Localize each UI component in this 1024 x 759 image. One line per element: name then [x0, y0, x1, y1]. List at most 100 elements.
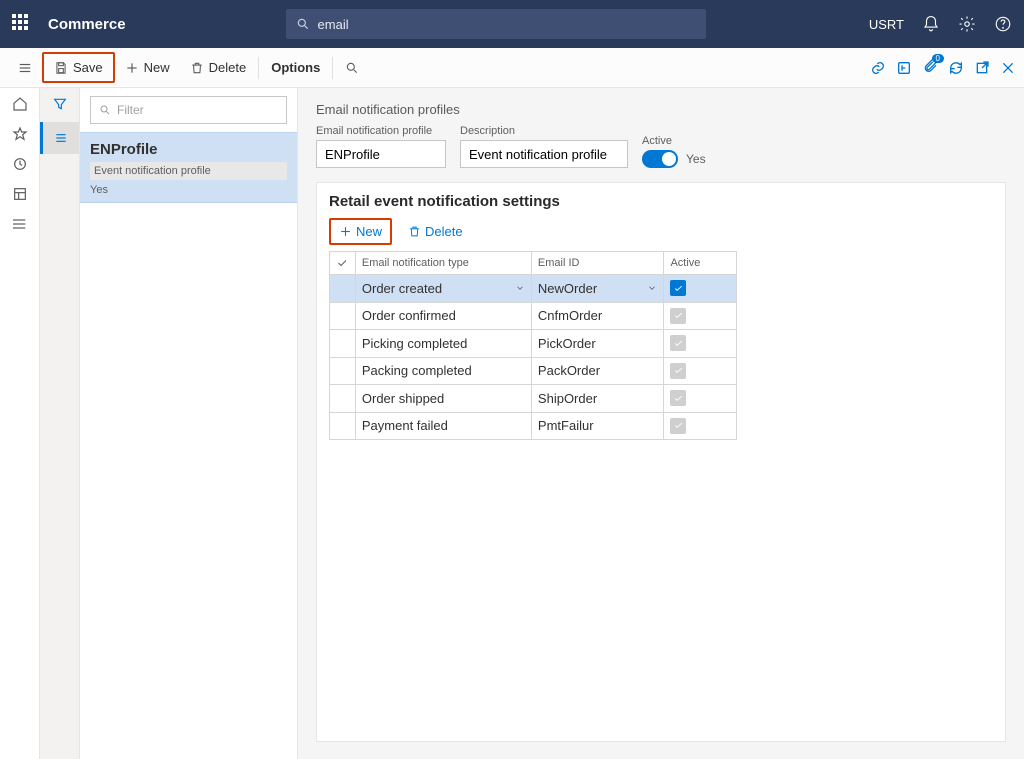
field-profile: Email notification profile — [316, 125, 446, 168]
list-view-toggle[interactable] — [40, 122, 79, 154]
table-row[interactable]: Order shippedShipOrder — [330, 385, 737, 413]
plus-icon — [125, 61, 139, 75]
home-icon[interactable] — [12, 96, 28, 112]
checkbox-icon[interactable] — [670, 335, 686, 351]
clock-icon[interactable] — [12, 156, 28, 172]
hamburger-toggle[interactable] — [8, 55, 42, 81]
list-item-title: ENProfile — [90, 141, 287, 158]
chevron-down-icon[interactable] — [647, 283, 657, 293]
save-button[interactable]: Save — [42, 52, 115, 83]
row-select-cell[interactable] — [330, 412, 356, 440]
new-label: New — [144, 60, 170, 75]
header-actions: USRT — [869, 15, 1012, 33]
options-button[interactable]: Options — [261, 54, 330, 81]
table-row[interactable]: Picking completedPickOrder — [330, 330, 737, 358]
checkbox-icon[interactable] — [670, 418, 686, 434]
find-button[interactable] — [335, 55, 369, 81]
checkbox-icon[interactable] — [670, 308, 686, 324]
chevron-down-icon[interactable] — [515, 283, 525, 293]
delete-button[interactable]: Delete — [180, 54, 257, 81]
row-active-cell[interactable] — [664, 302, 737, 330]
app-title: Commerce — [48, 16, 126, 33]
row-emailid-cell[interactable]: PmtFailur — [531, 412, 664, 440]
search-value: email — [318, 17, 349, 32]
row-emailid-cell[interactable]: ShipOrder — [531, 385, 664, 413]
description-input[interactable] — [460, 140, 628, 168]
header-form: Email notification profile Description A… — [316, 125, 1006, 168]
refresh-icon[interactable] — [948, 60, 964, 76]
row-type-cell[interactable]: Payment failed — [355, 412, 531, 440]
app-launcher-icon[interactable] — [12, 14, 32, 34]
company-label[interactable]: USRT — [869, 17, 904, 32]
row-select-cell[interactable] — [330, 385, 356, 413]
new-button[interactable]: New — [115, 54, 180, 81]
nav-rail — [0, 88, 40, 759]
search-icon — [296, 17, 310, 31]
checkbox-icon[interactable] — [670, 390, 686, 406]
attachments-button[interactable]: 0 — [922, 58, 938, 77]
options-label: Options — [271, 60, 320, 75]
plus-icon — [339, 225, 352, 238]
row-type-cell[interactable]: Order created — [355, 275, 531, 303]
save-label: Save — [73, 60, 103, 75]
action-toolbar: Save New Delete Options 0 — [0, 48, 1024, 88]
row-type-cell[interactable]: Order confirmed — [355, 302, 531, 330]
global-search[interactable]: email — [286, 9, 706, 39]
row-type-cell[interactable]: Order shipped — [355, 385, 531, 413]
row-active-cell[interactable] — [664, 357, 737, 385]
star-icon[interactable] — [12, 126, 28, 142]
row-emailid-cell[interactable]: NewOrder — [531, 275, 664, 303]
office-icon[interactable] — [896, 60, 912, 76]
row-select-cell[interactable] — [330, 275, 356, 303]
row-select-cell[interactable] — [330, 302, 356, 330]
modules-icon[interactable] — [12, 216, 28, 232]
field-active: Active Yes — [642, 135, 706, 168]
help-icon[interactable] — [994, 15, 1012, 33]
active-toggle[interactable] — [642, 150, 678, 168]
toolbar-right: 0 — [870, 58, 1016, 77]
close-icon[interactable] — [1000, 60, 1016, 76]
row-select-cell[interactable] — [330, 357, 356, 385]
table-row[interactable]: Order createdNewOrder — [330, 275, 737, 303]
row-select-cell[interactable] — [330, 330, 356, 358]
table-row[interactable]: Packing completedPackOrder — [330, 357, 737, 385]
row-active-cell[interactable] — [664, 330, 737, 358]
row-active-cell[interactable] — [664, 385, 737, 413]
funnel-icon[interactable] — [52, 96, 68, 112]
row-emailid-cell[interactable]: CnfmOrder — [531, 302, 664, 330]
checkbox-icon[interactable] — [670, 280, 686, 296]
col-type[interactable]: Email notification type — [355, 252, 531, 275]
row-active-cell[interactable] — [664, 412, 737, 440]
settings-grid: Email notification type Email ID Active … — [329, 251, 737, 440]
bell-icon[interactable] — [922, 15, 940, 33]
description-label: Description — [460, 125, 628, 137]
popout-icon[interactable] — [974, 60, 990, 76]
gear-icon[interactable] — [958, 15, 976, 33]
row-emailid-cell[interactable]: PackOrder — [531, 357, 664, 385]
hamburger-icon — [18, 61, 32, 75]
toolbar-separator — [332, 57, 333, 79]
delete-label: Delete — [209, 60, 247, 75]
profile-input[interactable] — [316, 140, 446, 168]
main-layout: Filter ENProfile Event notification prof… — [0, 88, 1024, 759]
check-icon — [336, 257, 348, 269]
checkbox-icon[interactable] — [670, 363, 686, 379]
active-text: Yes — [686, 152, 706, 166]
list-filter-input[interactable]: Filter — [90, 96, 287, 124]
link-icon[interactable] — [870, 60, 886, 76]
row-type-cell[interactable]: Packing completed — [355, 357, 531, 385]
row-type-cell[interactable]: Picking completed — [355, 330, 531, 358]
workspaces-icon[interactable] — [12, 186, 28, 202]
col-select[interactable] — [330, 252, 356, 275]
table-row[interactable]: Order confirmedCnfmOrder — [330, 302, 737, 330]
list-item[interactable]: ENProfile Event notification profile Yes — [80, 132, 297, 203]
card-delete-button[interactable]: Delete — [400, 218, 471, 245]
table-row[interactable]: Payment failedPmtFailur — [330, 412, 737, 440]
col-emailid[interactable]: Email ID — [531, 252, 664, 275]
row-emailid-cell[interactable]: PickOrder — [531, 330, 664, 358]
row-active-cell[interactable] — [664, 275, 737, 303]
app-header: Commerce email USRT — [0, 0, 1024, 48]
content-area: Email notification profiles Email notifi… — [298, 88, 1024, 759]
col-active[interactable]: Active — [664, 252, 737, 275]
card-new-button[interactable]: New — [329, 218, 392, 245]
